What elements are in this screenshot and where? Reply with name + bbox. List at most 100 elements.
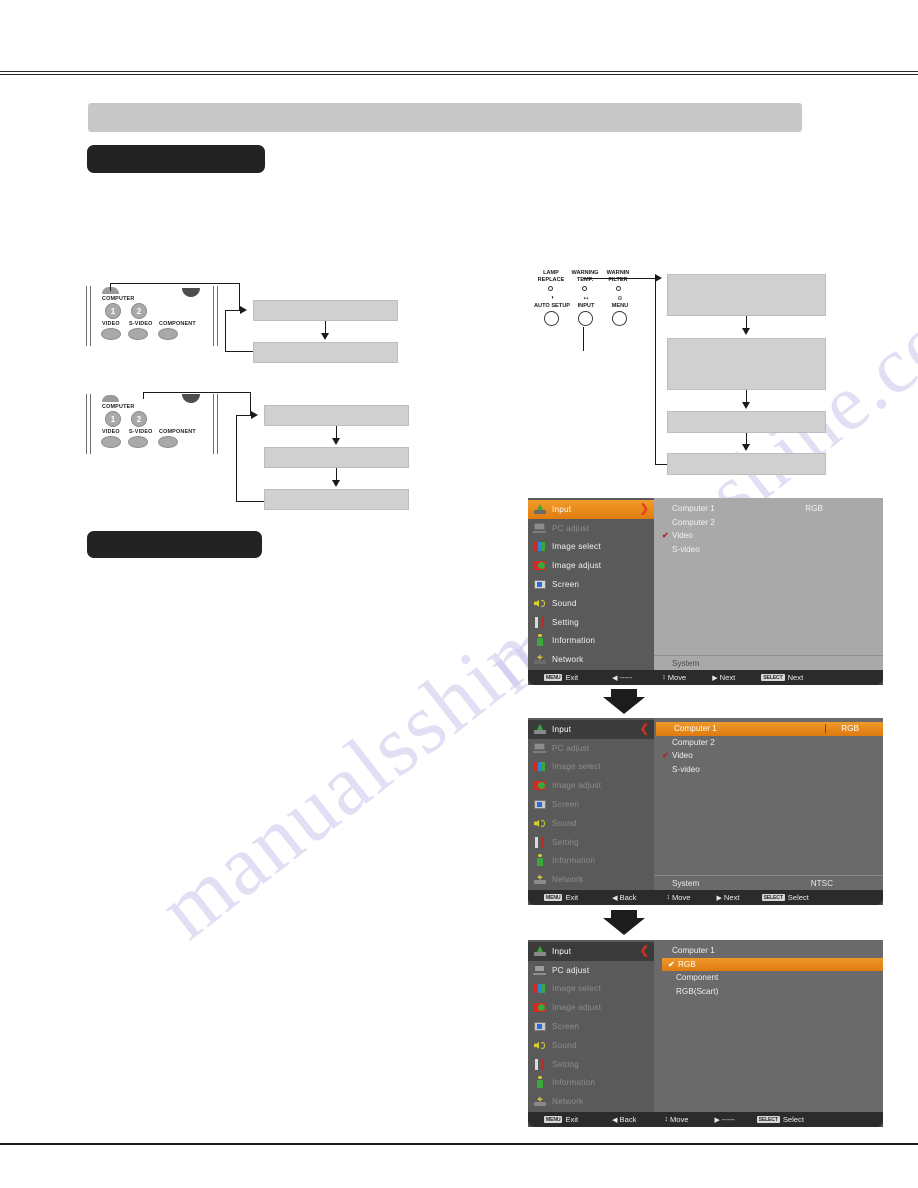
sidebar-item-network[interactable]: Network	[528, 1092, 654, 1111]
footer-back[interactable]: ◀ Back	[612, 1115, 636, 1124]
sidebar-item-image-select[interactable]: Image select	[528, 538, 654, 557]
footer-next[interactable]: ▶ Next	[712, 673, 735, 682]
option-s-video[interactable]: S-video	[654, 763, 883, 777]
footer-exit[interactable]: MENU Exit	[544, 1115, 578, 1124]
footer-move[interactable]: ↕ Move	[662, 673, 686, 682]
flow-return-line	[225, 351, 253, 353]
image-adjust-icon	[533, 559, 547, 572]
page-header-rule	[0, 71, 918, 75]
option-rgb-scart[interactable]: RGB(Scart)	[660, 985, 883, 999]
s-video-button[interactable]	[128, 436, 148, 448]
input-icon	[533, 723, 547, 736]
sidebar-item-input[interactable]: Input ❮	[528, 942, 654, 961]
up-down-arrow-icon: ↕	[662, 674, 666, 681]
osd-sidebar[interactable]: Input ❮ PC adjust Image select Image adj…	[528, 718, 654, 890]
footer-next[interactable]: ▶ Next	[717, 893, 740, 902]
sidebar-label: Network	[552, 875, 584, 885]
remote-edge-left	[86, 286, 91, 346]
video-button[interactable]	[101, 328, 121, 340]
sidebar-item-network[interactable]: Network	[528, 870, 654, 889]
option-computer-2[interactable]: Computer 2	[654, 516, 883, 530]
footer-right[interactable]: ▶ -----	[715, 1115, 735, 1124]
flow-box-bottom-1	[264, 405, 409, 426]
footer-select[interactable]: SELECT Select	[761, 893, 809, 902]
sidebar-item-image-adjust[interactable]: Image adjust	[528, 556, 654, 575]
flow-arrow-icon	[332, 438, 340, 445]
warning-temp-led-icon	[582, 286, 587, 291]
osd-menu-2[interactable]: Input ❮ PC adjust Image select Image adj…	[528, 718, 883, 905]
auto-setup-button[interactable]	[544, 311, 559, 326]
component-button[interactable]	[158, 436, 178, 448]
sidebar-item-image-adjust[interactable]: Image adjust	[528, 998, 654, 1017]
option-component[interactable]: Component	[660, 971, 883, 985]
callout-line	[225, 310, 240, 312]
footer-select[interactable]: SELECT Select	[756, 1115, 804, 1124]
footer-move[interactable]: ↕ Move	[664, 1115, 688, 1124]
sidebar-item-screen[interactable]: Screen	[528, 1017, 654, 1036]
sidebar-item-input[interactable]: Input ❯	[528, 500, 654, 519]
osd-sidebar[interactable]: Input ❮ PC adjust Image select Image adj…	[528, 940, 654, 1112]
sidebar-item-pc-adjust[interactable]: PC adjust	[528, 739, 654, 758]
sidebar-label: Image select	[552, 542, 601, 552]
sidebar-item-sound[interactable]: Sound	[528, 594, 654, 613]
s-video-button[interactable]	[128, 328, 148, 340]
sidebar-item-setting[interactable]: Setting	[528, 833, 654, 852]
osd-options-panel[interactable]: Computer 1 RGB Computer 2 ✔ Video S-vide…	[654, 498, 883, 670]
input-label: INPUT	[577, 303, 595, 309]
option-video[interactable]: ✔ Video	[654, 529, 883, 543]
sidebar-item-information[interactable]: Information	[528, 852, 654, 871]
menu-key-icon: MENU	[544, 1116, 563, 1123]
option-rgb[interactable]: ✔ RGB	[662, 957, 883, 971]
option-video[interactable]: ✔ Video	[654, 749, 883, 763]
sidebar-item-image-select[interactable]: Image select	[528, 980, 654, 999]
menu-button[interactable]	[612, 311, 627, 326]
sidebar-item-information[interactable]: Information	[528, 1074, 654, 1093]
footer-exit[interactable]: MENU Exit	[544, 673, 578, 682]
sidebar-label: Input	[552, 724, 572, 734]
sidebar-item-pc-adjust[interactable]: PC adjust	[528, 519, 654, 538]
osd-sidebar[interactable]: Input ❯ PC adjust Image select Image adj…	[528, 498, 654, 670]
footer-move[interactable]: ↕ Move	[666, 893, 690, 902]
footer-exit[interactable]: MENU Exit	[544, 893, 578, 902]
input-button[interactable]	[578, 311, 593, 326]
footer-left[interactable]: ◀ -----	[612, 673, 632, 682]
projector-flow-box-3	[667, 411, 826, 433]
osd-options-panel[interactable]: Computer 1 ⎸ RGB Computer 2 ✔ Video S-vi…	[654, 718, 883, 890]
computer-2-button[interactable]: 2	[131, 411, 147, 427]
computer-1-button[interactable]: 1	[105, 303, 121, 319]
computer-2-button[interactable]: 2	[131, 303, 147, 319]
footer-label: Exit	[565, 1115, 579, 1124]
sidebar-item-setting[interactable]: Setting	[528, 1055, 654, 1074]
pc-adjust-icon	[533, 522, 547, 535]
footer-back[interactable]: ◀ Back	[612, 893, 636, 902]
sidebar-item-network[interactable]: Network	[528, 650, 654, 669]
osd-options-panel[interactable]: Computer 1 ✔ RGB Component RGB(Scart)	[654, 940, 883, 1112]
sidebar-label: Image adjust	[552, 781, 602, 791]
sidebar-item-information[interactable]: Information	[528, 632, 654, 651]
footer-select[interactable]: SELECT Next	[761, 673, 803, 682]
sidebar-item-setting[interactable]: Setting	[528, 613, 654, 632]
video-button[interactable]	[101, 436, 121, 448]
sidebar-item-pc-adjust[interactable]: PC adjust	[528, 961, 654, 980]
osd-menu-3[interactable]: Input ❮ PC adjust Image select Image adj…	[528, 940, 883, 1127]
callout-line	[583, 278, 655, 280]
sidebar-label: Image select	[552, 984, 601, 994]
sidebar-item-sound[interactable]: Sound	[528, 814, 654, 833]
sidebar-item-image-select[interactable]: Image select	[528, 758, 654, 777]
option-computer-2[interactable]: Computer 2	[654, 736, 883, 750]
sidebar-item-image-adjust[interactable]: Image adjust	[528, 776, 654, 795]
subsection-heading-2	[87, 531, 262, 558]
option-label: S-video	[672, 544, 700, 554]
option-computer-1[interactable]: Computer 1 ⎸ RGB	[656, 722, 883, 736]
osd-menu-1[interactable]: Input ❯ PC adjust Image select Image adj…	[528, 498, 883, 685]
sidebar-item-sound[interactable]: Sound	[528, 1036, 654, 1055]
sidebar-item-screen[interactable]: Screen	[528, 575, 654, 594]
sidebar-item-screen[interactable]: Screen	[528, 795, 654, 814]
footer-label: -----	[721, 1115, 735, 1124]
component-button[interactable]	[158, 328, 178, 340]
sidebar-label: Sound	[552, 1040, 577, 1050]
computer-1-button[interactable]: 1	[105, 411, 121, 427]
option-s-video[interactable]: S-video	[654, 543, 883, 557]
sidebar-item-input[interactable]: Input ❮	[528, 720, 654, 739]
option-computer-1[interactable]: Computer 1 RGB	[654, 502, 883, 516]
